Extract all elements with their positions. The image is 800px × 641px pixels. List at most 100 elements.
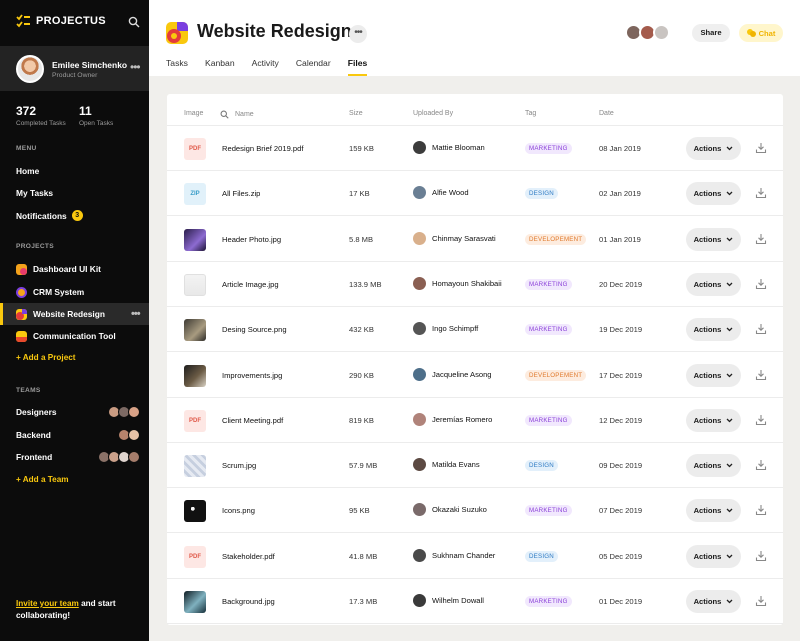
uploader-name: Sukhnam Chander: [432, 550, 496, 560]
actions-label: Actions: [693, 551, 722, 561]
project-item-website-redesign[interactable]: Website Redesign •••: [0, 303, 149, 325]
file-size: 57.9 MB: [349, 461, 378, 471]
add-project-link[interactable]: + Add a Project: [16, 353, 76, 362]
file-name[interactable]: Client Meeting.pdf: [222, 416, 283, 425]
table-row[interactable]: Header Photo.jpg 5.8 MB Chinmay Sarasvat…: [167, 217, 783, 262]
table-row[interactable]: Background.jpg 17.3 MB Wilhelm Dowall MA…: [167, 579, 783, 624]
table-row[interactable]: Scrum.jpg 57.9 MB Matilda Evans DESIGN 0…: [167, 443, 783, 489]
download-icon[interactable]: [755, 550, 767, 562]
file-size: 159 KB: [349, 144, 374, 153]
upload-date: 01 Dec 2019: [599, 597, 643, 606]
project-item-dashboard-ui-kit[interactable]: Dashboard UI Kit: [0, 258, 149, 280]
member-avatars[interactable]: [625, 24, 670, 41]
chat-button[interactable]: Chat: [739, 24, 783, 42]
nav-item-notifications[interactable]: Notifications 3: [16, 210, 83, 221]
team-item-backend[interactable]: Backend: [16, 429, 140, 444]
download-icon[interactable]: [755, 233, 767, 245]
avatar: [413, 458, 426, 472]
download-icon[interactable]: [755, 414, 767, 426]
actions-button[interactable]: Actions: [686, 227, 741, 251]
search-icon[interactable]: [128, 16, 140, 28]
file-name[interactable]: Stakeholder.pdf: [222, 552, 275, 561]
table-row[interactable]: ZIP All Files.zip 17 KB Alfie Wood DESIG…: [167, 171, 783, 217]
table-row[interactable]: PDF Stakeholder.pdf 41.8 MB Sukhnam Chan…: [167, 534, 783, 579]
tab-tasks[interactable]: Tasks: [166, 58, 188, 76]
download-icon[interactable]: [755, 459, 767, 471]
invite-team-link[interactable]: Invite your team: [16, 599, 79, 608]
table-row[interactable]: Desing Source.png 432 KB Ingo Schimpff M…: [167, 307, 783, 353]
table-row[interactable]: Icons.png 95 KB Okazaki Suzuko MARKETING…: [167, 488, 783, 534]
upload-date: 01 Jan 2019: [599, 234, 641, 244]
file-thumbnail: [184, 591, 206, 613]
table-row[interactable]: Improvements.jpg 290 KB Jacqueline Asong…: [167, 353, 783, 398]
team-avatars: [118, 429, 140, 441]
tab-files[interactable]: Files: [347, 58, 368, 76]
file-size: 819 KB: [349, 415, 374, 425]
uploader-name: Matilda Evans: [432, 460, 480, 470]
avatar: [413, 231, 426, 245]
tag-badge: MARKETING: [525, 596, 572, 607]
actions-button[interactable]: Actions: [686, 454, 741, 478]
search-icon[interactable]: [220, 110, 229, 119]
actions-button[interactable]: Actions: [686, 137, 741, 160]
download-icon[interactable]: [755, 187, 767, 199]
project-label: Communication Tool: [33, 331, 116, 341]
actions-button[interactable]: Actions: [686, 499, 741, 523]
avatar: [413, 594, 426, 607]
download-icon[interactable]: [755, 504, 767, 516]
table-row[interactable]: Article Image.jpg 133.9 MB Homayoun Shak…: [167, 262, 783, 307]
chevron-down-icon: [726, 191, 733, 196]
file-name[interactable]: Icons.png: [222, 506, 255, 515]
avatar: [413, 548, 426, 562]
table-row[interactable]: PDF Client Meeting.pdf 819 KB Jeremías R…: [167, 398, 783, 443]
tab-kanban[interactable]: Kanban: [205, 58, 235, 76]
crm-icon: [16, 286, 27, 298]
nav-item-home[interactable]: Home: [16, 166, 39, 176]
chevron-down-icon: [726, 508, 733, 513]
project-icon: [166, 22, 188, 44]
file-name[interactable]: Header Photo.jpg: [222, 235, 281, 244]
column-name-label: Name: [235, 111, 254, 118]
file-size: 133.9 MB: [349, 279, 382, 289]
avatar: [413, 276, 426, 290]
profile-more-icon[interactable]: •••: [130, 60, 141, 74]
user-profile[interactable]: Emilee Simchenko Product Owner •••: [0, 46, 149, 91]
actions-button[interactable]: Actions: [686, 363, 741, 387]
actions-button[interactable]: Actions: [686, 272, 741, 296]
project-item-communication-tool[interactable]: Communication Tool: [0, 325, 149, 347]
team-item-frontend[interactable]: Frontend: [16, 451, 140, 466]
download-icon[interactable]: [755, 278, 767, 290]
file-name[interactable]: Article Image.jpg: [222, 280, 279, 289]
brand[interactable]: PROJECTUS: [16, 14, 106, 28]
project-more-icon[interactable]: •••: [131, 308, 141, 320]
brand-name: PROJECTUS: [36, 15, 106, 27]
add-team-link[interactable]: + Add a Team: [16, 475, 69, 484]
file-name[interactable]: All Files.zip: [222, 189, 260, 198]
download-icon[interactable]: [755, 323, 767, 335]
file-name[interactable]: Background.jpg: [222, 597, 275, 606]
actions-button[interactable]: Actions: [686, 318, 741, 342]
table-row[interactable]: PDF Redesign Brief 2019.pdf 159 KB Matti…: [167, 126, 783, 171]
download-icon[interactable]: [755, 595, 767, 607]
download-icon[interactable]: [755, 369, 767, 381]
column-name[interactable]: Name: [220, 110, 254, 119]
actions-button[interactable]: Actions: [686, 544, 741, 568]
actions-button[interactable]: Actions: [686, 408, 741, 432]
teams-section-title: TEAMS: [16, 387, 41, 394]
actions-button[interactable]: Actions: [686, 590, 741, 613]
file-name[interactable]: Scrum.jpg: [222, 461, 256, 470]
file-name[interactable]: Desing Source.png: [222, 325, 287, 334]
download-icon[interactable]: [755, 142, 767, 154]
more-options-button[interactable]: •••: [349, 25, 367, 43]
file-name[interactable]: Redesign Brief 2019.pdf: [222, 144, 303, 153]
tab-activity[interactable]: Activity: [252, 58, 279, 76]
team-item-designers[interactable]: Designers: [16, 406, 140, 421]
project-item-crm-system[interactable]: CRM System: [0, 281, 149, 303]
share-button[interactable]: Share: [692, 24, 730, 42]
nav-item-my-tasks[interactable]: My Tasks: [16, 188, 53, 198]
chevron-down-icon: [726, 418, 733, 423]
file-name[interactable]: Improvements.jpg: [222, 371, 282, 380]
avatar: [128, 451, 140, 463]
actions-button[interactable]: Actions: [686, 182, 741, 206]
tab-calendar[interactable]: Calendar: [296, 58, 331, 76]
